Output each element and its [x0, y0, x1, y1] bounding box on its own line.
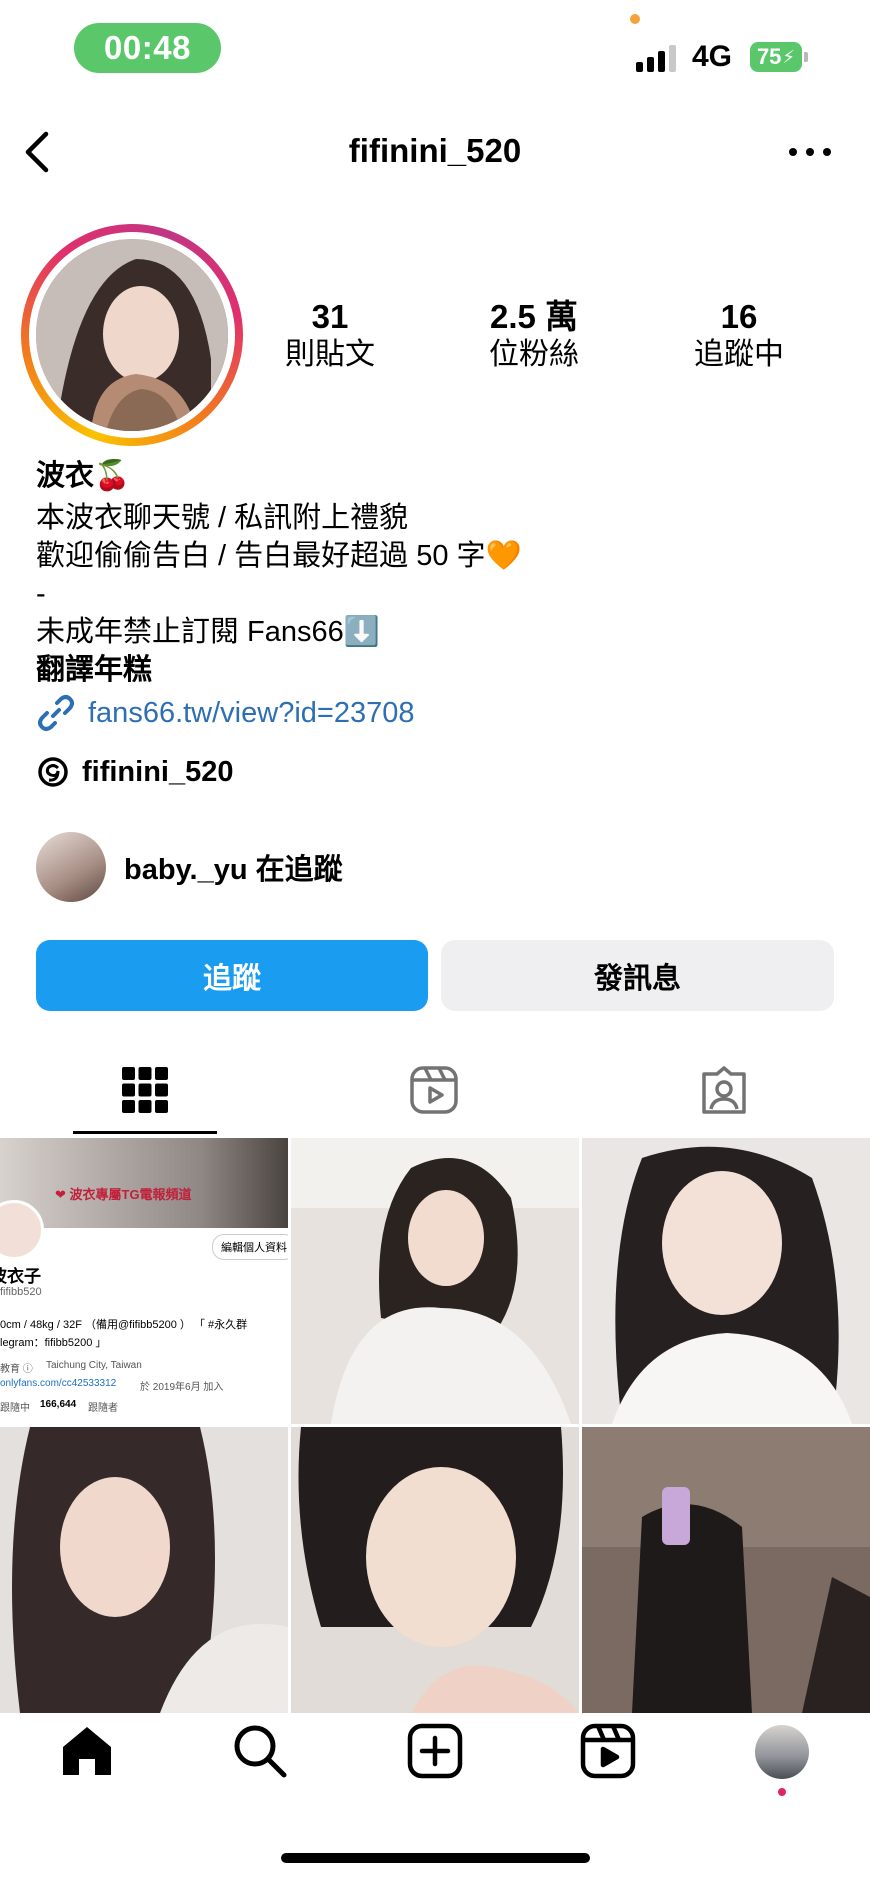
post1-followers-label: 跟隨者 — [88, 1403, 118, 1414]
bio-line-3: - — [36, 578, 46, 610]
post1-following: 跟隨中 — [0, 1403, 30, 1414]
profile-tab-avatar[interactable] — [755, 1725, 809, 1779]
privacy-indicator-dot — [630, 14, 640, 24]
stat-followers-label: 位粉絲 — [489, 338, 579, 371]
stat-following-value: 16 — [720, 298, 758, 335]
profile-avatar[interactable] — [36, 239, 228, 431]
post1-edu: 教育 ⓘ — [0, 1364, 33, 1375]
search-icon[interactable] — [232, 1723, 288, 1779]
post1-joined: 於 2019年6月 加入 — [140, 1382, 224, 1393]
post1-name: 波衣子 — [0, 1267, 41, 1286]
cellular-signal-icon — [636, 44, 676, 72]
bio-link[interactable]: fans66.tw/view?id=23708 — [88, 697, 414, 730]
post1-bio-2: legram：fifibb5200 」 — [0, 1337, 107, 1349]
network-type: 4G — [692, 40, 733, 73]
post1-bio-1: 0cm / 48kg / 32F （備用@fifibb5200 ） 「 #永久群 — [0, 1319, 248, 1331]
tab-tagged[interactable] — [652, 1060, 796, 1120]
post-thumbnail-4[interactable] — [0, 1427, 288, 1713]
stat-posts-value: 31 — [311, 298, 349, 335]
mutual-followers[interactable]: baby._yu 在追蹤 — [36, 832, 343, 902]
translate-link[interactable]: 翻譯年糕 — [36, 651, 152, 689]
home-icon[interactable] — [59, 1723, 115, 1779]
post1-follower-count: 166,644 — [40, 1399, 77, 1410]
tab-reels[interactable] — [362, 1060, 506, 1120]
message-button[interactable]: 發訊息 — [441, 940, 834, 1011]
bio-line-2: 歡迎偷偷告白 / 告白最好超過 50 字🧡 — [36, 540, 522, 572]
more-options-icon[interactable] — [785, 140, 835, 164]
post-thumbnail-6[interactable] — [582, 1427, 870, 1713]
post1-banner-text: ❤ 波衣專屬TG電報頻道 — [55, 1187, 192, 1202]
post1-location: Taichung City, Taiwan — [46, 1360, 142, 1371]
reels-nav-icon[interactable] — [580, 1723, 636, 1779]
profile-username: fifinini_520 — [348, 132, 522, 169]
notification-dot — [778, 1788, 786, 1796]
post-thumbnail-2[interactable] — [291, 1138, 579, 1424]
bio-link-row[interactable]: fans66.tw/view?id=23708 — [36, 693, 414, 733]
post1-edit-button: 編輯個人資料 — [212, 1234, 288, 1260]
post-thumbnail-3[interactable] — [582, 1138, 870, 1424]
bio-line-4: 未成年禁止訂閱 Fans66⬇️ — [36, 616, 380, 648]
tagged-icon — [702, 1066, 746, 1114]
stat-following-label: 追蹤中 — [694, 338, 784, 371]
stat-posts[interactable]: 31 則貼文 — [245, 297, 415, 373]
stat-followers[interactable]: 2.5 萬 位粉絲 — [449, 297, 619, 373]
follow-button[interactable]: 追蹤 — [36, 940, 428, 1011]
home-indicator — [281, 1853, 590, 1863]
stat-followers-value: 2.5 萬 — [489, 298, 579, 335]
reels-icon — [410, 1066, 458, 1114]
bio-line-1: 本波衣聊天號 / 私訊附上禮貌 — [36, 502, 409, 534]
threads-badge[interactable]: fifinini_520 — [36, 755, 234, 789]
battery-icon: 75 ⚡ — [750, 42, 802, 72]
post1-url: onlyfans.com/cc42533312 — [0, 1378, 117, 1389]
create-icon[interactable] — [407, 1723, 463, 1779]
post1-banner — [0, 1138, 288, 1228]
link-icon — [38, 695, 74, 731]
battery-tip — [804, 52, 808, 62]
post1-handle: fifibb520 — [0, 1286, 42, 1298]
post-thumbnail-5[interactable] — [291, 1427, 579, 1713]
threads-icon — [38, 757, 68, 787]
stat-posts-label: 則貼文 — [285, 338, 375, 371]
active-tab-indicator — [73, 1131, 217, 1134]
profile-display-name: 波衣🍒 — [36, 460, 131, 492]
tab-grid[interactable] — [73, 1060, 217, 1120]
status-time: 00:48 — [74, 23, 221, 73]
post-thumbnail-1[interactable]: ❤ 波衣專屬TG電報頻道 編輯個人資料 波衣子 fifibb520 0cm / … — [0, 1138, 288, 1424]
mutual-follower-avatar — [36, 832, 106, 902]
stat-following[interactable]: 16 追蹤中 — [654, 297, 824, 373]
grid-icon — [122, 1067, 168, 1113]
mutual-followers-text: baby._yu 在追蹤 — [124, 854, 343, 886]
battery-level: 75 — [756, 44, 782, 69]
threads-handle: fifinini_520 — [82, 755, 234, 788]
